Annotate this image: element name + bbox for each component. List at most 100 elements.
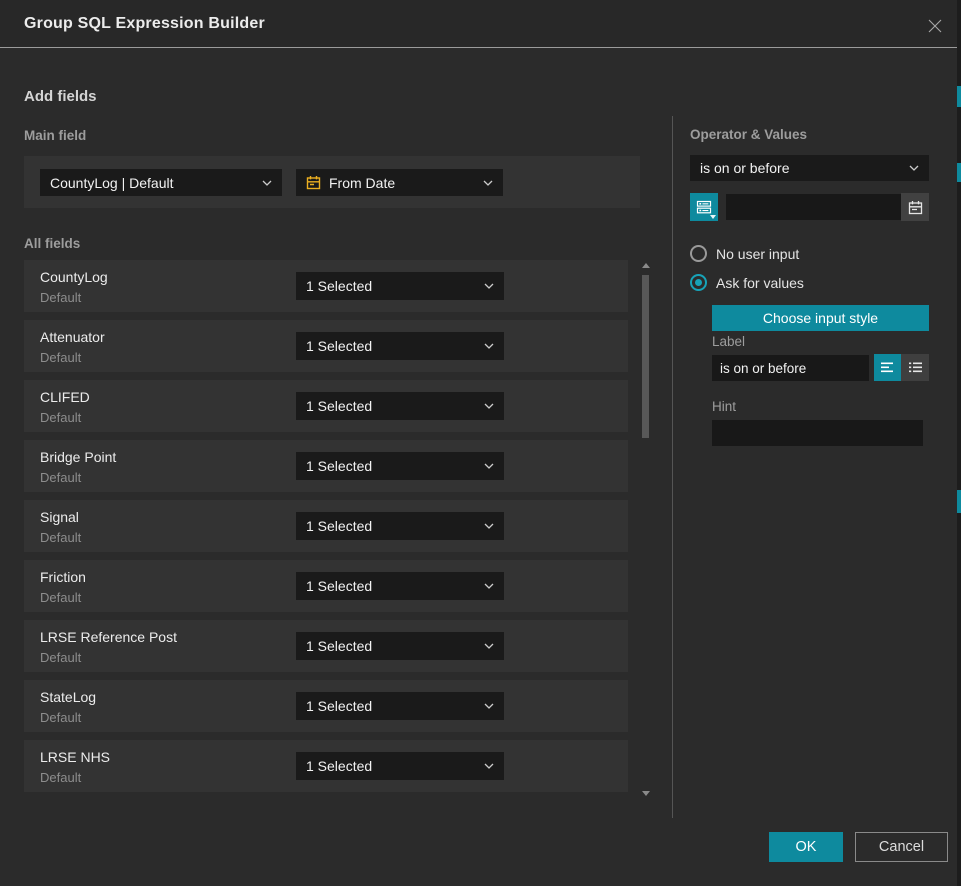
calendar-icon-amber bbox=[306, 175, 321, 190]
add-fields-heading: Add fields bbox=[24, 88, 97, 105]
field-row: Signal Default 1 Selected bbox=[24, 500, 628, 552]
underlying-app-edge bbox=[957, 0, 961, 886]
label-input[interactable] bbox=[712, 355, 869, 381]
field-sublabel: Default bbox=[40, 590, 81, 605]
cancel-button[interactable]: Cancel bbox=[855, 832, 948, 862]
field-row: StateLog Default 1 Selected bbox=[24, 680, 628, 732]
field-name: LRSE Reference Post bbox=[40, 629, 177, 645]
operator-select[interactable]: is on or before bbox=[690, 155, 929, 181]
field-name: Friction bbox=[40, 569, 86, 585]
scrollbar-thumb[interactable] bbox=[642, 275, 649, 438]
dialog-titlebar: Group SQL Expression Builder bbox=[0, 0, 957, 48]
field-name: Attenuator bbox=[40, 329, 105, 345]
field-values-select-value: 1 Selected bbox=[306, 398, 372, 414]
main-field-row: CountyLog | Default From Date bbox=[24, 156, 640, 208]
chevron-down-icon bbox=[483, 180, 493, 186]
date-picker-button[interactable] bbox=[901, 193, 929, 221]
field-name: Bridge Point bbox=[40, 449, 116, 465]
edge-accent-segment bbox=[957, 163, 961, 182]
hint-input[interactable] bbox=[712, 420, 923, 446]
radio-selected-icon bbox=[690, 274, 707, 291]
field-values-select-value: 1 Selected bbox=[306, 458, 372, 474]
field-values-select[interactable]: 1 Selected bbox=[296, 392, 504, 420]
chevron-down-icon bbox=[909, 165, 919, 171]
choose-input-style-button[interactable]: Choose input style bbox=[712, 305, 929, 331]
field-name: StateLog bbox=[40, 689, 96, 705]
scrollbar-up-arrow[interactable] bbox=[642, 263, 650, 268]
ok-button[interactable]: OK bbox=[769, 832, 843, 862]
field-name: CountyLog bbox=[40, 269, 108, 285]
field-sublabel: Default bbox=[40, 350, 81, 365]
main-date-field-value: From Date bbox=[329, 175, 395, 191]
scrollbar-down-arrow[interactable] bbox=[642, 791, 650, 796]
chevron-down-icon bbox=[484, 463, 494, 469]
radio-ask-for-values[interactable]: Ask for values bbox=[690, 274, 804, 291]
panel-divider bbox=[672, 116, 673, 818]
radio-icon bbox=[690, 245, 707, 262]
field-values-select-value: 1 Selected bbox=[306, 758, 372, 774]
edge-accent-segment bbox=[957, 86, 961, 107]
field-values-select-value: 1 Selected bbox=[306, 278, 372, 294]
radio-label: No user input bbox=[716, 246, 799, 262]
field-values-select[interactable]: 1 Selected bbox=[296, 332, 504, 360]
field-values-select-value: 1 Selected bbox=[306, 638, 372, 654]
input-style-list-button[interactable] bbox=[901, 354, 929, 381]
chevron-down-icon bbox=[484, 403, 494, 409]
radio-label: Ask for values bbox=[716, 275, 804, 291]
field-values-select[interactable]: 1 Selected bbox=[296, 692, 504, 720]
field-sublabel: Default bbox=[40, 770, 81, 785]
field-sublabel: Default bbox=[40, 410, 81, 425]
chevron-down-icon bbox=[484, 583, 494, 589]
all-fields-label: All fields bbox=[24, 236, 80, 251]
field-values-select[interactable]: 1 Selected bbox=[296, 632, 504, 660]
field-row: LRSE NHS Default 1 Selected bbox=[24, 740, 628, 792]
field-row: Friction Default 1 Selected bbox=[24, 560, 628, 612]
value-input[interactable] bbox=[726, 194, 901, 220]
group-sql-expression-builder-dialog: Group SQL Expression Builder Add fields … bbox=[0, 0, 961, 886]
chevron-down-icon bbox=[484, 763, 494, 769]
chevron-down-icon bbox=[484, 343, 494, 349]
field-row: LRSE Reference Post Default 1 Selected bbox=[24, 620, 628, 672]
operator-select-value: is on or before bbox=[700, 160, 790, 176]
radio-no-user-input[interactable]: No user input bbox=[690, 245, 799, 262]
field-sublabel: Default bbox=[40, 710, 81, 725]
field-row: CountyLog Default 1 Selected bbox=[24, 260, 628, 312]
hint-field-label: Hint bbox=[712, 399, 736, 414]
field-sublabel: Default bbox=[40, 470, 81, 485]
field-values-select-value: 1 Selected bbox=[306, 578, 372, 594]
chevron-down-icon bbox=[262, 180, 272, 186]
field-name: LRSE NHS bbox=[40, 749, 110, 765]
field-sublabel: Default bbox=[40, 530, 81, 545]
main-layer-select[interactable]: CountyLog | Default bbox=[40, 169, 282, 196]
field-values-select-value: 1 Selected bbox=[306, 698, 372, 714]
field-row: Bridge Point Default 1 Selected bbox=[24, 440, 628, 492]
chevron-down-icon bbox=[484, 643, 494, 649]
field-values-select-value: 1 Selected bbox=[306, 338, 372, 354]
label-field-label: Label bbox=[712, 334, 745, 349]
calendar-icon bbox=[908, 200, 923, 215]
input-style-textbox-button[interactable] bbox=[874, 354, 901, 381]
field-sublabel: Default bbox=[40, 650, 81, 665]
align-left-icon bbox=[880, 361, 895, 374]
stacked-values-icon bbox=[696, 200, 712, 215]
field-values-select[interactable]: 1 Selected bbox=[296, 452, 504, 480]
field-values-select[interactable]: 1 Selected bbox=[296, 572, 504, 600]
field-row: Attenuator Default 1 Selected bbox=[24, 320, 628, 372]
field-name: CLIFED bbox=[40, 389, 90, 405]
corner-caret-icon bbox=[710, 215, 716, 219]
main-layer-select-value: CountyLog | Default bbox=[50, 175, 174, 191]
chevron-down-icon bbox=[484, 523, 494, 529]
edge-accent-segment bbox=[957, 490, 961, 513]
operator-values-heading: Operator & Values bbox=[690, 127, 807, 142]
main-date-field-select[interactable]: From Date bbox=[296, 169, 503, 196]
all-fields-list: CountyLog Default 1 Selected Attenuator … bbox=[24, 260, 628, 800]
chevron-down-icon bbox=[484, 283, 494, 289]
bulleted-list-icon bbox=[908, 361, 923, 374]
field-values-select[interactable]: 1 Selected bbox=[296, 272, 504, 300]
main-field-label: Main field bbox=[24, 128, 86, 143]
field-row: CLIFED Default 1 Selected bbox=[24, 380, 628, 432]
field-values-select[interactable]: 1 Selected bbox=[296, 512, 504, 540]
field-values-select[interactable]: 1 Selected bbox=[296, 752, 504, 780]
value-type-button[interactable] bbox=[690, 193, 718, 221]
close-icon[interactable] bbox=[925, 16, 945, 36]
